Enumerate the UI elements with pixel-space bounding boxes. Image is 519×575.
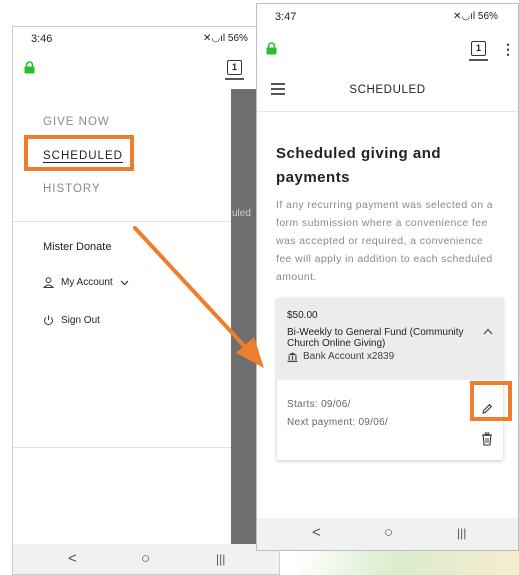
trash-icon[interactable] xyxy=(481,432,493,446)
my-account-label: My Account xyxy=(61,277,113,288)
header-title: SCHEDULED xyxy=(349,84,426,96)
page-description: If any recurring payment was selected on… xyxy=(276,199,493,283)
bank-account: Bank Account x2839 xyxy=(287,351,394,362)
divider xyxy=(13,447,231,448)
left-phone-screen: 3:46 ✕◡ıl 56% 1 uled GIVE NOW SCHEDULED … xyxy=(12,26,280,575)
battery-level: 56% xyxy=(227,33,248,44)
payment-amount: $50.00 xyxy=(287,310,318,321)
edit-highlight-box xyxy=(470,381,512,421)
tab-underline xyxy=(225,78,244,80)
tab-switcher-icon[interactable]: 1 xyxy=(471,41,486,56)
card-summary[interactable]: $50.00 Bi-Weekly to General Fund (Commun… xyxy=(277,298,503,380)
payment-description: Bi-Weekly to General Fund (Community Chu… xyxy=(287,327,464,349)
status-time: 3:46 xyxy=(31,33,53,45)
nav-home-button[interactable]: ○ xyxy=(384,524,393,541)
kebab-menu-icon[interactable]: ⋮ xyxy=(501,41,515,58)
tab-switcher-icon[interactable]: 1 xyxy=(227,60,242,75)
chevron-down-icon xyxy=(120,280,129,285)
android-nav-bar: < ○ ||| xyxy=(257,518,518,550)
bank-account-label: Bank Account x2839 xyxy=(303,351,395,362)
status-time: 3:47 xyxy=(275,11,297,23)
signal-icon: ✕◡ıl xyxy=(453,11,476,22)
divider xyxy=(13,221,231,222)
right-phone-screen: 3:47 ✕◡ıl 56% 1 ⋮ SCHEDULED Scheduled gi… xyxy=(256,3,519,551)
screenshot-stage: 3:46 ✕◡ıl 56% 1 uled GIVE NOW SCHEDULED … xyxy=(0,0,519,575)
status-bar: 3:47 ✕◡ıl 56% xyxy=(257,4,518,28)
tab-underline xyxy=(469,59,488,61)
user-name: Mister Donate xyxy=(43,241,112,253)
nav-back-button[interactable]: < xyxy=(68,550,77,567)
lock-icon xyxy=(24,61,35,74)
sign-out-label: Sign Out xyxy=(61,315,100,326)
menu-history[interactable]: HISTORY xyxy=(43,183,101,195)
sign-out-button[interactable]: Sign Out xyxy=(43,315,100,326)
start-date: Starts: 09/06/ xyxy=(287,399,351,410)
status-system-icons: ✕◡ıl 56% xyxy=(453,11,498,22)
status-bar: 3:46 ✕◡ıl 56% xyxy=(13,27,279,51)
app-header: SCHEDULED xyxy=(257,70,518,112)
scheduled-payment-card: $50.00 Bi-Weekly to General Fund (Commun… xyxy=(277,298,503,460)
nav-back-button[interactable]: < xyxy=(312,524,321,541)
status-system-icons: ✕◡ıl 56% xyxy=(203,33,248,44)
chevron-up-icon[interactable] xyxy=(483,328,493,335)
user-icon xyxy=(43,277,54,288)
nav-recents-button[interactable]: ||| xyxy=(216,552,225,566)
bank-icon xyxy=(287,352,298,362)
page-title: Scheduled giving and payments xyxy=(276,145,442,186)
my-account-menu[interactable]: My Account xyxy=(43,277,129,288)
nav-recents-button[interactable]: ||| xyxy=(457,526,466,540)
battery-level: 56% xyxy=(477,11,498,22)
signal-icon: ✕◡ıl xyxy=(203,33,226,44)
main-content: Scheduled giving and payments If any rec… xyxy=(257,112,518,526)
menu-give-now[interactable]: GIVE NOW xyxy=(43,116,110,128)
power-icon xyxy=(44,315,53,326)
nav-home-button[interactable]: ○ xyxy=(141,550,150,567)
overlay-text-fragment: uled xyxy=(232,208,251,219)
lock-icon xyxy=(266,42,277,55)
android-nav-bar: < ○ ||| xyxy=(13,544,279,574)
next-payment-date: Next payment: 09/06/ xyxy=(287,417,389,428)
scheduled-highlight-box xyxy=(24,135,134,171)
